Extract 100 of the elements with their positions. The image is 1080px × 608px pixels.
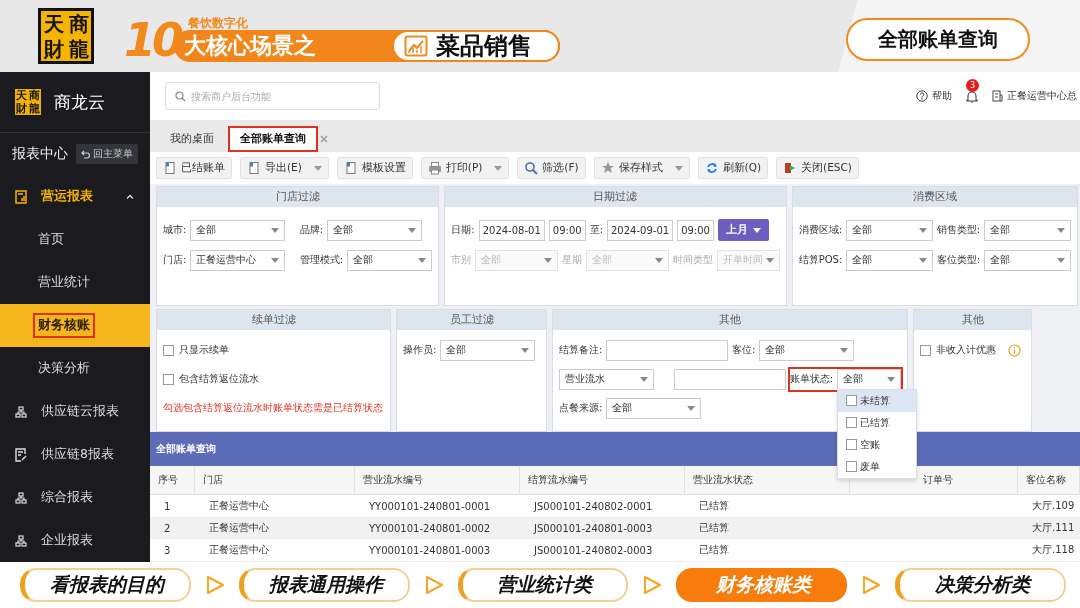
table-cell-text: 已结算	[698, 543, 730, 557]
select-field[interactable]: 全部	[606, 397, 702, 419]
toolbar-button[interactable]: 关闭(ESC)	[776, 157, 859, 179]
sidebar-item[interactable]: 营业统计	[0, 261, 150, 304]
field-label: 销售类型:	[936, 223, 981, 237]
select-field[interactable]: 全部	[984, 249, 1071, 271]
panel-title: 日期过滤	[445, 187, 786, 207]
checkbox[interactable]	[846, 395, 858, 406]
checkbox[interactable]	[920, 344, 931, 356]
select-field[interactable]: 正餐运营中心	[190, 249, 286, 271]
search-field[interactable]: 搜索商户后台功能	[165, 82, 380, 110]
highlighted-label: 财务核账	[33, 313, 95, 338]
play-arrow-icon	[423, 575, 444, 595]
tab[interactable]: 全部账单查询	[228, 126, 318, 152]
dropdown-option[interactable]: 未结算	[838, 389, 917, 412]
star-icon	[600, 161, 615, 175]
input-field[interactable]: 09:00	[677, 219, 714, 241]
tab[interactable]: 我的桌面	[160, 126, 224, 152]
bell-icon[interactable]	[966, 89, 978, 103]
select-field[interactable]: 全部	[347, 249, 433, 271]
organization-name[interactable]: 正餐运营中心总	[1007, 89, 1077, 103]
select-field[interactable]: 全部	[984, 219, 1071, 241]
building-icon	[992, 90, 1003, 102]
sidebar-item[interactable]: 首页	[0, 218, 150, 261]
table-cell-text: JS000101-240802-0001	[532, 499, 654, 514]
step-pill[interactable]: 决策分析类	[895, 568, 1066, 602]
step-pill[interactable]: 营业统计类	[457, 568, 629, 602]
close-icon[interactable]	[320, 135, 328, 143]
sidebar-group[interactable]: 营运报表	[0, 175, 150, 218]
input-field[interactable]: 2024-08-01	[478, 219, 545, 241]
sidebar-title: 报表中心	[12, 145, 68, 163]
hierarchy-icon	[15, 490, 27, 505]
select-field[interactable]: 全部	[846, 219, 933, 241]
table-cell-text: 大厅.109	[1031, 499, 1076, 513]
caret-icon	[313, 165, 322, 171]
input-field[interactable]	[606, 339, 728, 361]
toolbar-button[interactable]: 筛选(F)	[517, 157, 586, 179]
input-field[interactable]: 2024-09-01	[607, 219, 674, 241]
checkbox[interactable]	[846, 461, 858, 472]
field-label: 点餐来源:	[559, 401, 603, 415]
checkbox[interactable]	[846, 439, 858, 450]
step-pill[interactable]: 报表通用操作	[238, 568, 410, 602]
play-arrow-icon	[642, 575, 663, 595]
chevron-up-icon	[126, 194, 134, 199]
field-label: 市别	[451, 253, 472, 267]
select-field[interactable]: 全部	[190, 219, 286, 241]
step-pill[interactable]: 看报表的目的	[20, 568, 191, 602]
table-cell-text: 2	[163, 521, 172, 536]
table-cell-text: 正餐运营中心	[208, 521, 270, 535]
select-field[interactable]: 营业流水	[559, 368, 654, 390]
caret-icon	[1057, 257, 1065, 263]
table-cell-text: 已结算	[698, 521, 730, 535]
field-label: 管理模式:	[299, 253, 344, 267]
item-label: 营业统计	[37, 273, 91, 291]
toolbar-button[interactable]: 模板设置	[336, 157, 413, 179]
column-header: 序号	[150, 466, 195, 494]
input-field[interactable]	[674, 368, 786, 390]
checkbox[interactable]	[163, 373, 174, 385]
caret-icon	[654, 257, 663, 263]
logo-character: 商	[68, 13, 89, 34]
table-cell-text: JS000101-240802-0003	[532, 543, 654, 558]
checkbox[interactable]	[846, 417, 858, 428]
panel-title: 门店过滤	[157, 187, 439, 207]
sidebar-group[interactable]: 企业报表	[0, 519, 150, 562]
refresh-icon	[704, 161, 719, 175]
back-button[interactable]: 回主菜单	[76, 144, 138, 164]
select-field[interactable]: 全部	[846, 249, 933, 271]
sidebar-group[interactable]: 供应链8报表	[0, 433, 150, 476]
field-label: 日期:	[451, 223, 475, 237]
toolbar-button[interactable]: 已结账单	[156, 157, 232, 179]
sidebar-group[interactable]: 综合报表	[0, 476, 150, 519]
field-label: 结算POS:	[798, 253, 843, 267]
sidebar-group[interactable]: 供应链云报表	[0, 390, 150, 433]
caret-icon	[765, 257, 774, 263]
checkbox-option[interactable]: 非收入计优惠	[920, 343, 996, 357]
document-icon	[163, 161, 177, 175]
column-header: 客位名称	[1018, 466, 1080, 494]
item-label: 首页	[37, 230, 65, 248]
panel-title: 消费区域	[792, 187, 1077, 207]
table-cell-text: 大厅.111	[1031, 521, 1076, 535]
month-button[interactable]: 上月	[717, 219, 769, 241]
sidebar-item[interactable]: 决策分析	[0, 347, 150, 390]
toolbar-button[interactable]: 导出(E)	[240, 157, 329, 179]
input-field[interactable]: 09:00	[548, 219, 586, 241]
field-label: 结算备注:	[559, 343, 603, 357]
toolbar-button[interactable]: 打印(P)	[420, 157, 510, 179]
checkbox-option[interactable]: 包含结算返位流水	[163, 372, 259, 386]
select-field[interactable]: 全部	[327, 219, 423, 241]
field-label: 至:	[589, 223, 603, 237]
help-link[interactable]: 帮助	[932, 89, 952, 103]
notification-badge: 3	[966, 78, 979, 92]
sidebar-item[interactable]: 财务核账	[0, 304, 150, 347]
checkbox-option[interactable]: 只显示续单	[163, 343, 229, 357]
select-field[interactable]: 全部	[440, 339, 536, 361]
panel-title: 其他	[553, 310, 907, 330]
toolbar-button[interactable]: 刷新(Q)	[697, 157, 769, 179]
toolbar-button[interactable]: 保存样式	[593, 157, 690, 179]
logo-character: 龍	[68, 38, 89, 59]
select-field[interactable]: 全部	[759, 339, 855, 361]
checkbox[interactable]	[163, 344, 174, 356]
